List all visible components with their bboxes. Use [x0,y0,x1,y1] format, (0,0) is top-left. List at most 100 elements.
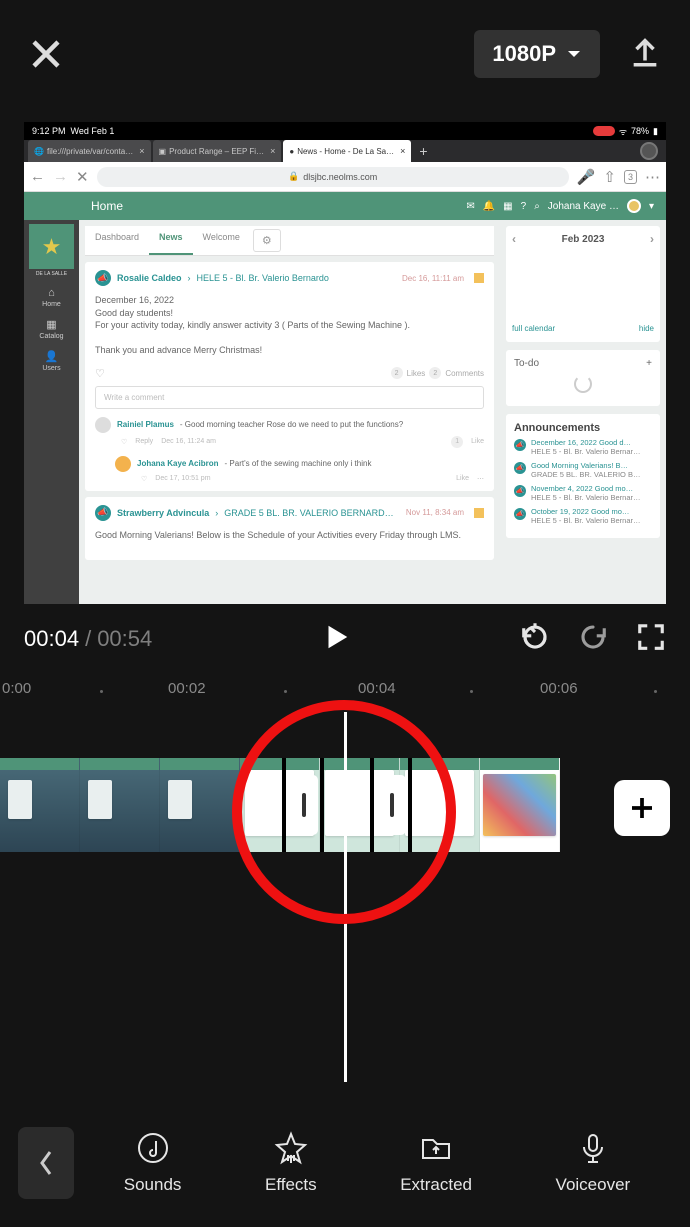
post-body: December 16, 2022 Good day students! For… [95,294,484,357]
comment-row: Johana Kaye Acibron - Part's of the sewi… [115,456,484,472]
play-button[interactable] [321,622,351,657]
close-tab-icon[interactable]: × [394,146,405,156]
transition-handle[interactable] [378,775,406,835]
comments-count: 2 [429,367,441,379]
browser-tab[interactable]: 🌐file:///private/var/conta…× [28,140,151,162]
transition-handle[interactable] [290,775,318,835]
back-button[interactable] [18,1127,74,1199]
close-button[interactable] [28,36,64,72]
more-icon[interactable]: ⋯ [477,475,484,483]
like-label[interactable]: Like [456,475,469,482]
avatar [95,417,111,433]
share-icon[interactable]: ⇧ [603,168,616,186]
post-body: Good Morning Valerians! Below is the Sch… [95,529,484,542]
school-logo[interactable]: ★ [29,224,74,269]
post-class-link[interactable]: HELE 5 - Bl. Br. Valerio Bernardo [197,273,329,283]
close-tab-icon[interactable]: × [133,146,144,156]
tool-extracted[interactable]: Extracted [400,1131,472,1195]
tool-effects[interactable]: Effects [265,1131,317,1195]
like-label[interactable]: Like [471,438,484,445]
browser-tab[interactable]: ▣Product Range – EEP Fi…× [153,140,282,162]
comment-time: Dec 17, 10:51 pm [155,475,210,482]
search-icon[interactable]: ⌕ [534,201,540,212]
video-preview[interactable]: 9:12 PM Wed Feb 1 ᯤ 78% ▮ 🌐file:///priva… [24,122,666,604]
lms-tabs: Dashboard News Welcome ⚙ [85,226,494,256]
sidebar-item-catalog[interactable]: ▦Catalog [39,318,63,340]
add-todo-icon[interactable]: + [646,358,652,369]
comment-input[interactable]: Write a comment [95,386,484,409]
comments-label[interactable]: Comments [445,369,484,378]
todo-widget: To-do+ [506,350,660,406]
announcement-item[interactable]: 📣October 19, 2022 Good mo…HELE 5 - Bl. B… [514,507,652,525]
user-avatar[interactable] [627,199,641,213]
browser-profile-avatar[interactable] [640,142,658,160]
heart-icon[interactable]: ♡ [95,367,105,380]
comment-author[interactable]: Johana Kaye Acibron [137,459,219,468]
post-author[interactable]: Rosalie Caldeo [117,273,182,283]
ruler-tick: 00:04 [358,680,396,697]
redo-button[interactable] [578,622,608,657]
page-title: Home [91,199,123,213]
heart-icon[interactable]: ♡ [141,475,147,483]
tool-voiceover[interactable]: Voiceover [556,1131,631,1195]
reply-button[interactable]: Reply [135,438,153,445]
gear-icon[interactable]: ⚙ [253,229,281,252]
post-class-link[interactable]: GRADE 5 BL. BR. VALERIO BERNARD… [224,508,393,518]
help-icon[interactable]: ? [521,201,527,212]
hide-calendar-link[interactable]: hide [639,324,654,333]
tabs-count-icon[interactable]: 3 [624,170,637,184]
cal-next-icon[interactable]: › [650,232,654,246]
clip-strip[interactable] [0,758,560,852]
nav-stop-icon[interactable]: ✕ [76,168,89,186]
user-menu-chevron-icon[interactable]: ▾ [649,201,654,212]
cal-prev-icon[interactable]: ‹ [512,232,516,246]
tab-welcome[interactable]: Welcome [193,226,250,255]
comment-author[interactable]: Rainiel Plamus [117,420,174,429]
full-calendar-link[interactable]: full calendar [512,324,555,333]
bell-icon[interactable]: 🔔 [483,201,495,212]
calendar-icon[interactable]: ▦ [503,201,512,212]
sidebar-item-home[interactable]: ⌂Home [42,287,61,308]
clip-thumbnail[interactable] [0,758,80,852]
heart-icon[interactable]: ♡ [121,438,127,446]
url-bar[interactable]: 🔒 dlsjbc.neolms.com [97,167,569,187]
tab-news[interactable]: News [149,226,193,255]
close-tab-icon[interactable]: × [264,146,275,156]
mic-icon[interactable]: 🎤 [577,168,596,186]
nav-back-icon[interactable]: ← [30,168,45,185]
export-button[interactable] [628,35,662,74]
resolution-dropdown[interactable]: 1080P [474,30,600,78]
browser-menu-icon[interactable]: ⋯ [645,168,660,186]
announcement-item[interactable]: 📣Good Morning Valerians! B…GRADE 5 BL. B… [514,461,652,479]
clip-thumbnail[interactable] [160,758,240,852]
nav-forward-icon[interactable]: → [53,168,68,185]
mail-icon[interactable]: ✉ [466,201,474,212]
announcement-item[interactable]: 📣December 16, 2022 Good d…HELE 5 - Bl. B… [514,438,652,456]
flag-icon[interactable] [474,508,484,518]
add-clip-button[interactable] [614,780,670,836]
likes-label[interactable]: Likes [407,369,426,378]
tab-dashboard[interactable]: Dashboard [85,226,149,255]
clip-thumbnail[interactable] [80,758,160,852]
ios-date: Wed Feb 1 [71,126,115,136]
clip-thumbnail[interactable] [400,758,480,852]
sidebar-item-users[interactable]: 👤Users [42,350,60,372]
new-tab-button[interactable]: + [413,140,433,162]
ruler-dot [654,690,657,693]
tool-label: Extracted [400,1175,472,1195]
post-author[interactable]: Strawberry Advincula [117,508,209,518]
fullscreen-button[interactable] [636,622,666,657]
playhead[interactable] [344,712,347,1082]
user-name-label: Johana Kaye … [548,201,619,212]
tool-sounds[interactable]: Sounds [124,1131,182,1195]
browser-tab-active[interactable]: ●News - Home - De La Sa…× [283,140,411,162]
announcement-item[interactable]: 📣November 4, 2022 Good mo…HELE 5 - Bl. B… [514,484,652,502]
flag-icon[interactable] [474,273,484,283]
play-icon [321,622,351,652]
undo-button[interactable] [520,622,550,657]
timeline-ruler[interactable]: 0:00 00:02 00:04 00:06 [0,680,690,706]
ruler-dot [470,690,473,693]
clip-thumbnail[interactable] [480,758,560,852]
avatar [115,456,131,472]
ruler-tick: 00:06 [540,680,578,697]
